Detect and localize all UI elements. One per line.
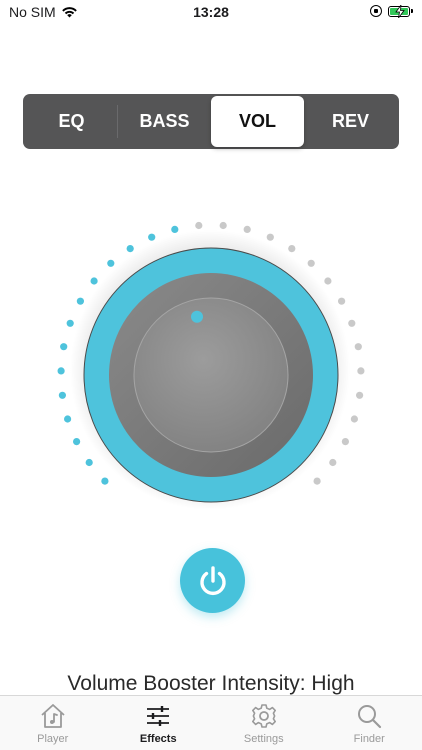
status-time: 13:28 [193, 4, 229, 20]
level-dot [266, 233, 274, 241]
level-dot [348, 319, 356, 327]
level-dot [341, 438, 349, 446]
home-music-icon [41, 704, 65, 728]
level-dot [57, 367, 65, 375]
level-dot [58, 391, 66, 399]
volume-knob-control[interactable] [45, 210, 375, 530]
level-dot [219, 221, 227, 230]
battery-charging-icon [388, 4, 413, 18]
tab-effects[interactable]: Effects [106, 696, 212, 750]
level-dot [354, 343, 362, 351]
level-dot [324, 277, 332, 285]
tab-label: Player [37, 733, 69, 745]
power-icon [199, 565, 226, 595]
segment-label: REV [331, 111, 369, 131]
level-dot [338, 297, 346, 305]
power-button[interactable] [180, 548, 245, 613]
status-right-icons [370, 4, 413, 18]
tab-bar: Player Effects Settings Finder [0, 695, 422, 750]
tab-label: Finder [353, 733, 385, 745]
level-dot [85, 458, 93, 467]
segment-label: VOL [238, 111, 276, 131]
tab-finder[interactable]: Finder [317, 696, 422, 750]
sliders-icon [147, 706, 170, 726]
segment-eq[interactable]: EQ [25, 96, 118, 147]
gear-icon [251, 704, 276, 728]
level-dot [64, 415, 72, 423]
tab-label: Effects [139, 733, 177, 745]
tab-label: Settings [243, 733, 284, 745]
level-dot [148, 233, 156, 241]
level-dot [60, 343, 68, 351]
level-dot [76, 297, 84, 305]
status-bar: No SIM 13:28 [0, 0, 422, 26]
level-dot [313, 477, 321, 485]
level-dot [357, 367, 365, 375]
segment-vol[interactable]: VOL [211, 96, 304, 147]
level-dot [73, 438, 81, 446]
segment-rev[interactable]: REV [304, 96, 397, 147]
effect-segmented-control: EQ BASS VOL REV [23, 94, 399, 149]
level-dot [288, 245, 296, 253]
tab-player[interactable]: Player [0, 696, 106, 750]
level-dot [101, 477, 109, 485]
level-dot [329, 458, 337, 467]
segment-label: BASS [139, 111, 190, 131]
tab-settings[interactable]: Settings [211, 696, 317, 750]
knob-indicator [191, 310, 203, 323]
intensity-label: Volume Booster Intensity: High [67, 672, 355, 695]
knob-inner [133, 297, 289, 453]
level-dot [66, 319, 74, 327]
level-dot [126, 245, 134, 253]
search-icon [358, 705, 382, 729]
level-dot [350, 415, 358, 423]
level-dot [90, 277, 98, 285]
level-dot [107, 259, 115, 267]
level-dot [356, 391, 364, 399]
level-dot [195, 221, 203, 230]
orientation-lock-icon [370, 5, 382, 17]
segment-bass[interactable]: BASS [118, 96, 211, 147]
volume-knob-graphic [57, 221, 365, 510]
level-dot [307, 259, 315, 267]
level-dot [243, 225, 251, 233]
segment-label: EQ [58, 111, 85, 131]
level-dot [171, 225, 179, 233]
